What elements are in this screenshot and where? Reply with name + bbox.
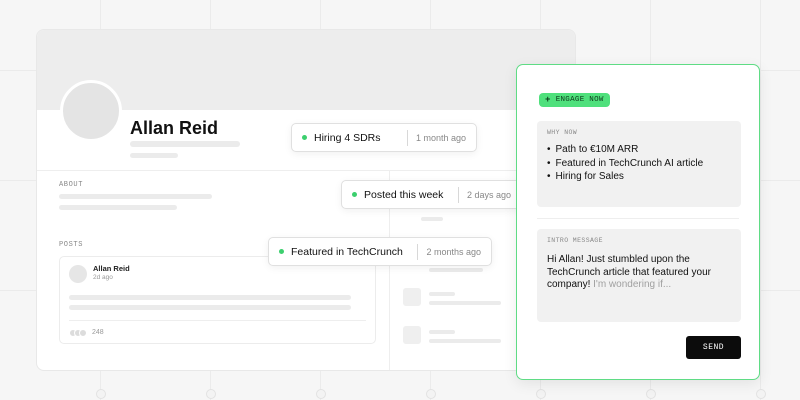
post-author: Allan Reid [93, 264, 130, 273]
profile-divider [37, 170, 575, 171]
sidebar-thumb [403, 288, 421, 306]
intro-message-label: INTRO MESSAGE [547, 237, 603, 244]
why-now-item: Hiring for Sales [547, 170, 703, 184]
sidebar-placeholder [421, 217, 443, 221]
signal-time: 2 months ago [426, 246, 481, 257]
why-now-item: Path to €10M ARR [547, 143, 703, 157]
send-button[interactable]: SEND [686, 336, 741, 359]
sidebar-placeholder [429, 268, 483, 272]
timeline-dots [0, 388, 800, 400]
status-dot-icon [302, 135, 307, 140]
why-now-list: Path to €10M ARR Featured in TechCrunch … [547, 143, 704, 184]
intro-message-faded: I'm wondering if... [593, 279, 672, 290]
signal-time: 1 month ago [415, 132, 466, 143]
signal-chip-featured[interactable]: Featured in TechCrunch 2 months ago [268, 237, 492, 266]
why-now-label: WHY NOW [547, 129, 578, 136]
reaction-icons[interactable] [69, 329, 87, 337]
signal-chip-hiring[interactable]: Hiring 4 SDRs 1 month ago [291, 123, 477, 152]
sidebar-thumb [403, 326, 421, 344]
sidebar-placeholder [429, 330, 455, 334]
signal-text: Featured in TechCrunch [291, 245, 403, 258]
profile-name: Allan Reid [130, 118, 219, 138]
about-placeholder-line [59, 205, 177, 210]
posts-label: POSTS [59, 241, 84, 249]
status-dot-icon [279, 249, 284, 254]
engage-now-badge[interactable]: + ENGAGE NOW [539, 93, 610, 107]
status-dot-icon [352, 192, 357, 197]
post-card[interactable]: Allan Reid 2d ago 248 [59, 256, 376, 344]
about-placeholder-line [59, 194, 212, 199]
signal-text: Hiring 4 SDRs [314, 131, 381, 144]
reaction-count: 248 [92, 329, 104, 336]
location-placeholder [130, 153, 178, 158]
about-label: ABOUT [59, 181, 84, 189]
sidebar-placeholder [429, 292, 455, 296]
signal-text: Posted this week [364, 188, 444, 201]
post-time: 2d ago [93, 274, 113, 281]
post-divider [69, 320, 366, 321]
intro-message-box[interactable]: INTRO MESSAGE Hi Allan! Just stumbled up… [537, 229, 741, 322]
sidebar-placeholder [429, 301, 501, 305]
engage-now-label: ENGAGE NOW [555, 96, 604, 104]
sidebar-placeholder [429, 339, 501, 343]
engage-panel: + ENGAGE NOW WHY NOW Path to €10M ARR Fe… [516, 64, 760, 380]
panel-divider [537, 218, 739, 219]
post-placeholder-line [69, 295, 351, 300]
post-placeholder-line [69, 305, 351, 310]
why-now-box: WHY NOW Path to €10M ARR Featured in Tec… [537, 121, 741, 207]
intro-message-text[interactable]: Hi Allan! Just stumbled upon the TechCru… [547, 254, 727, 292]
plus-icon: + [545, 95, 551, 105]
post-author-avatar [69, 265, 87, 283]
headline-placeholder [130, 141, 240, 147]
profile-avatar[interactable] [60, 80, 122, 142]
signal-chip-posted[interactable]: Posted this week 2 days ago [341, 180, 522, 209]
signal-time: 2 days ago [466, 189, 511, 200]
why-now-item: Featured in TechCrunch AI article [547, 157, 704, 171]
